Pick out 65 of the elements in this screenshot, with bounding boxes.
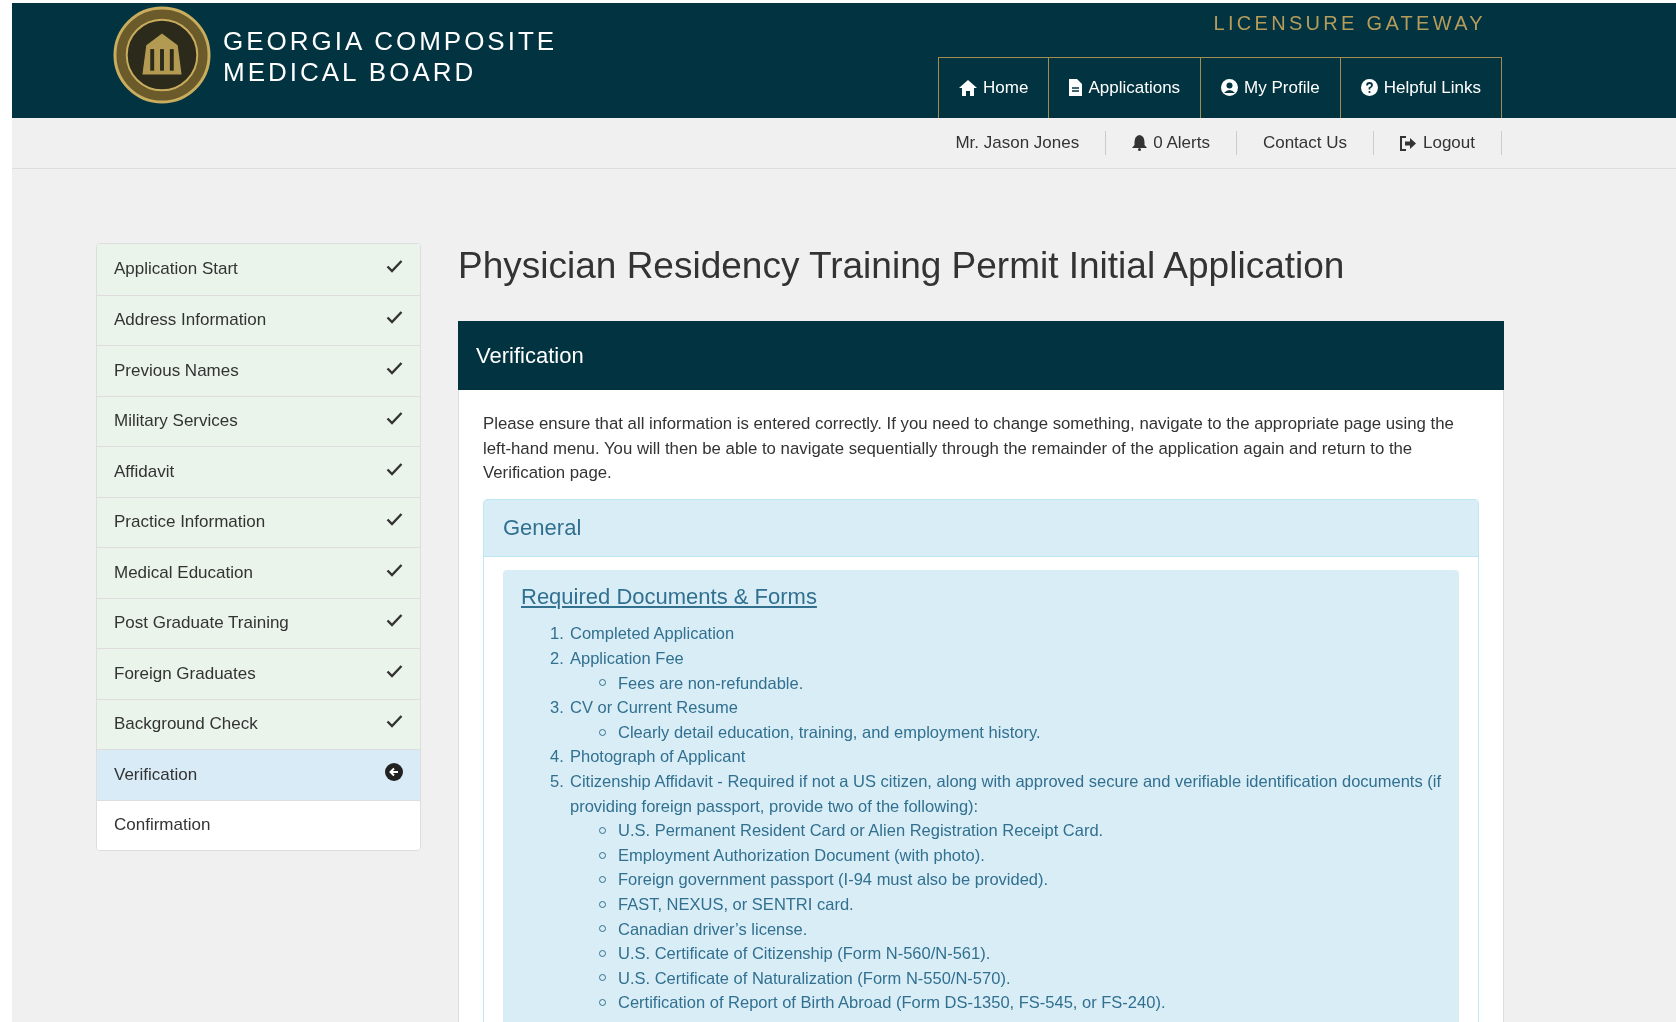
list-item: U.S. Certificate of Naturalization (Form N-550/N-570). xyxy=(618,967,1011,989)
check-icon xyxy=(386,360,403,375)
list-item: CV or Current Resume xyxy=(570,697,739,719)
sidebar-item[interactable]: Previous Names xyxy=(97,345,420,396)
nav-tab[interactable]: Home xyxy=(939,57,1049,118)
user-bar-link[interactable]: 0 Alerts xyxy=(1106,131,1237,155)
sidebar-item[interactable]: Application Start xyxy=(97,244,420,295)
document-icon xyxy=(1069,79,1083,97)
sidebar-item[interactable]: Practice Information xyxy=(97,496,420,547)
sidebar-item[interactable]: Affidavit xyxy=(97,446,420,497)
sidebar-item[interactable]: Military Services xyxy=(97,395,420,446)
list-item: Foreign government passport (I-94 must also be provided). xyxy=(618,869,1049,891)
arrow-circle-icon xyxy=(385,762,403,781)
list-item: Photograph of Applicant xyxy=(570,746,746,768)
sidebar-item[interactable]: Foreign Graduates xyxy=(97,648,420,699)
list-number: 2. xyxy=(550,647,565,669)
list-number: 4. xyxy=(550,746,565,768)
list-number: 5. xyxy=(550,770,565,792)
check-icon xyxy=(386,613,403,628)
user-icon xyxy=(1221,79,1239,97)
check-icon xyxy=(386,663,403,678)
list-number: 3. xyxy=(550,697,565,719)
bell-icon xyxy=(1132,135,1148,151)
check-icon xyxy=(386,310,403,325)
user-bar-link[interactable]: Logout xyxy=(1374,131,1502,155)
list-number: 1. xyxy=(550,623,565,645)
list-item: Citizenship Affidavit - Required if not a US citizen, along with approved secure and verifiable identification documents (if providing foreign passport, provide two of the following): xyxy=(570,770,1441,817)
portal-name: LICENSURE GATEWAY xyxy=(1213,11,1487,36)
nav-tab[interactable]: Applications xyxy=(1048,57,1201,118)
section-title: Verification xyxy=(476,342,584,369)
list-item: Fees are non-refundable. xyxy=(618,672,804,694)
sidebar-item[interactable]: Background Check xyxy=(97,698,420,749)
organization-name: MEDICAL BOARD xyxy=(223,57,478,88)
sidebar-item[interactable]: Confirmation xyxy=(97,799,420,850)
nav-tab[interactable]: My Profile xyxy=(1200,57,1340,118)
check-icon xyxy=(386,461,403,476)
list-item: FAST, NEXUS, or SENTRI card. xyxy=(618,893,854,915)
list-item: Canadian driver’s license. xyxy=(618,918,808,940)
check-icon xyxy=(386,512,403,527)
sidebar-item[interactable]: Address Information xyxy=(97,294,420,345)
organization-name: GEORGIA COMPOSITE xyxy=(223,26,558,57)
sidebar-item[interactable]: Verification xyxy=(97,749,420,800)
list-item: Application Fee xyxy=(570,647,685,669)
list-item: Clearly detail education, training, and employment history. xyxy=(618,721,1041,743)
sidebar-item[interactable]: Medical Education xyxy=(97,547,420,598)
check-icon xyxy=(386,714,403,729)
sidebar-item[interactable]: Post Graduate Training xyxy=(97,597,420,648)
user-bar-link[interactable]: Contact Us xyxy=(1236,131,1374,155)
panel-title: General xyxy=(503,514,582,541)
list-item: U.S. Certificate of Citizenship (Form N-560/N-561). xyxy=(618,943,991,965)
list-item: Certification of Report of Birth Abroad (Form DS-1350, FS-545, or FS-240). xyxy=(618,992,1166,1014)
list-item: Employment Authorization Document (with photo). xyxy=(618,844,985,866)
nav-tab[interactable]: Helpful Links xyxy=(1339,57,1501,118)
check-icon xyxy=(386,411,403,426)
logout-icon xyxy=(1400,135,1417,151)
list-item: U.S. Permanent Resident Card or Alien Registration Receipt Card. xyxy=(618,820,1104,842)
check-icon xyxy=(386,562,403,577)
page-title: Physician Residency Training Permit Initial Application xyxy=(458,244,1346,288)
instructions-text: Please ensure that all information is entered correctly. If you need to change something, navigate to the appropriate page using the left-hand menu. You will then be able to navigate sequentially through the remainder of the application again and return to the Verification page. xyxy=(483,413,1455,485)
user-bar-link[interactable]: Mr. Jason Jones xyxy=(929,131,1107,155)
documents-link[interactable]: Required Documents & Forms xyxy=(521,584,817,610)
help-icon xyxy=(1360,79,1378,97)
home-icon xyxy=(959,79,978,96)
list-item: Completed Application xyxy=(570,623,735,645)
check-icon xyxy=(386,259,403,274)
